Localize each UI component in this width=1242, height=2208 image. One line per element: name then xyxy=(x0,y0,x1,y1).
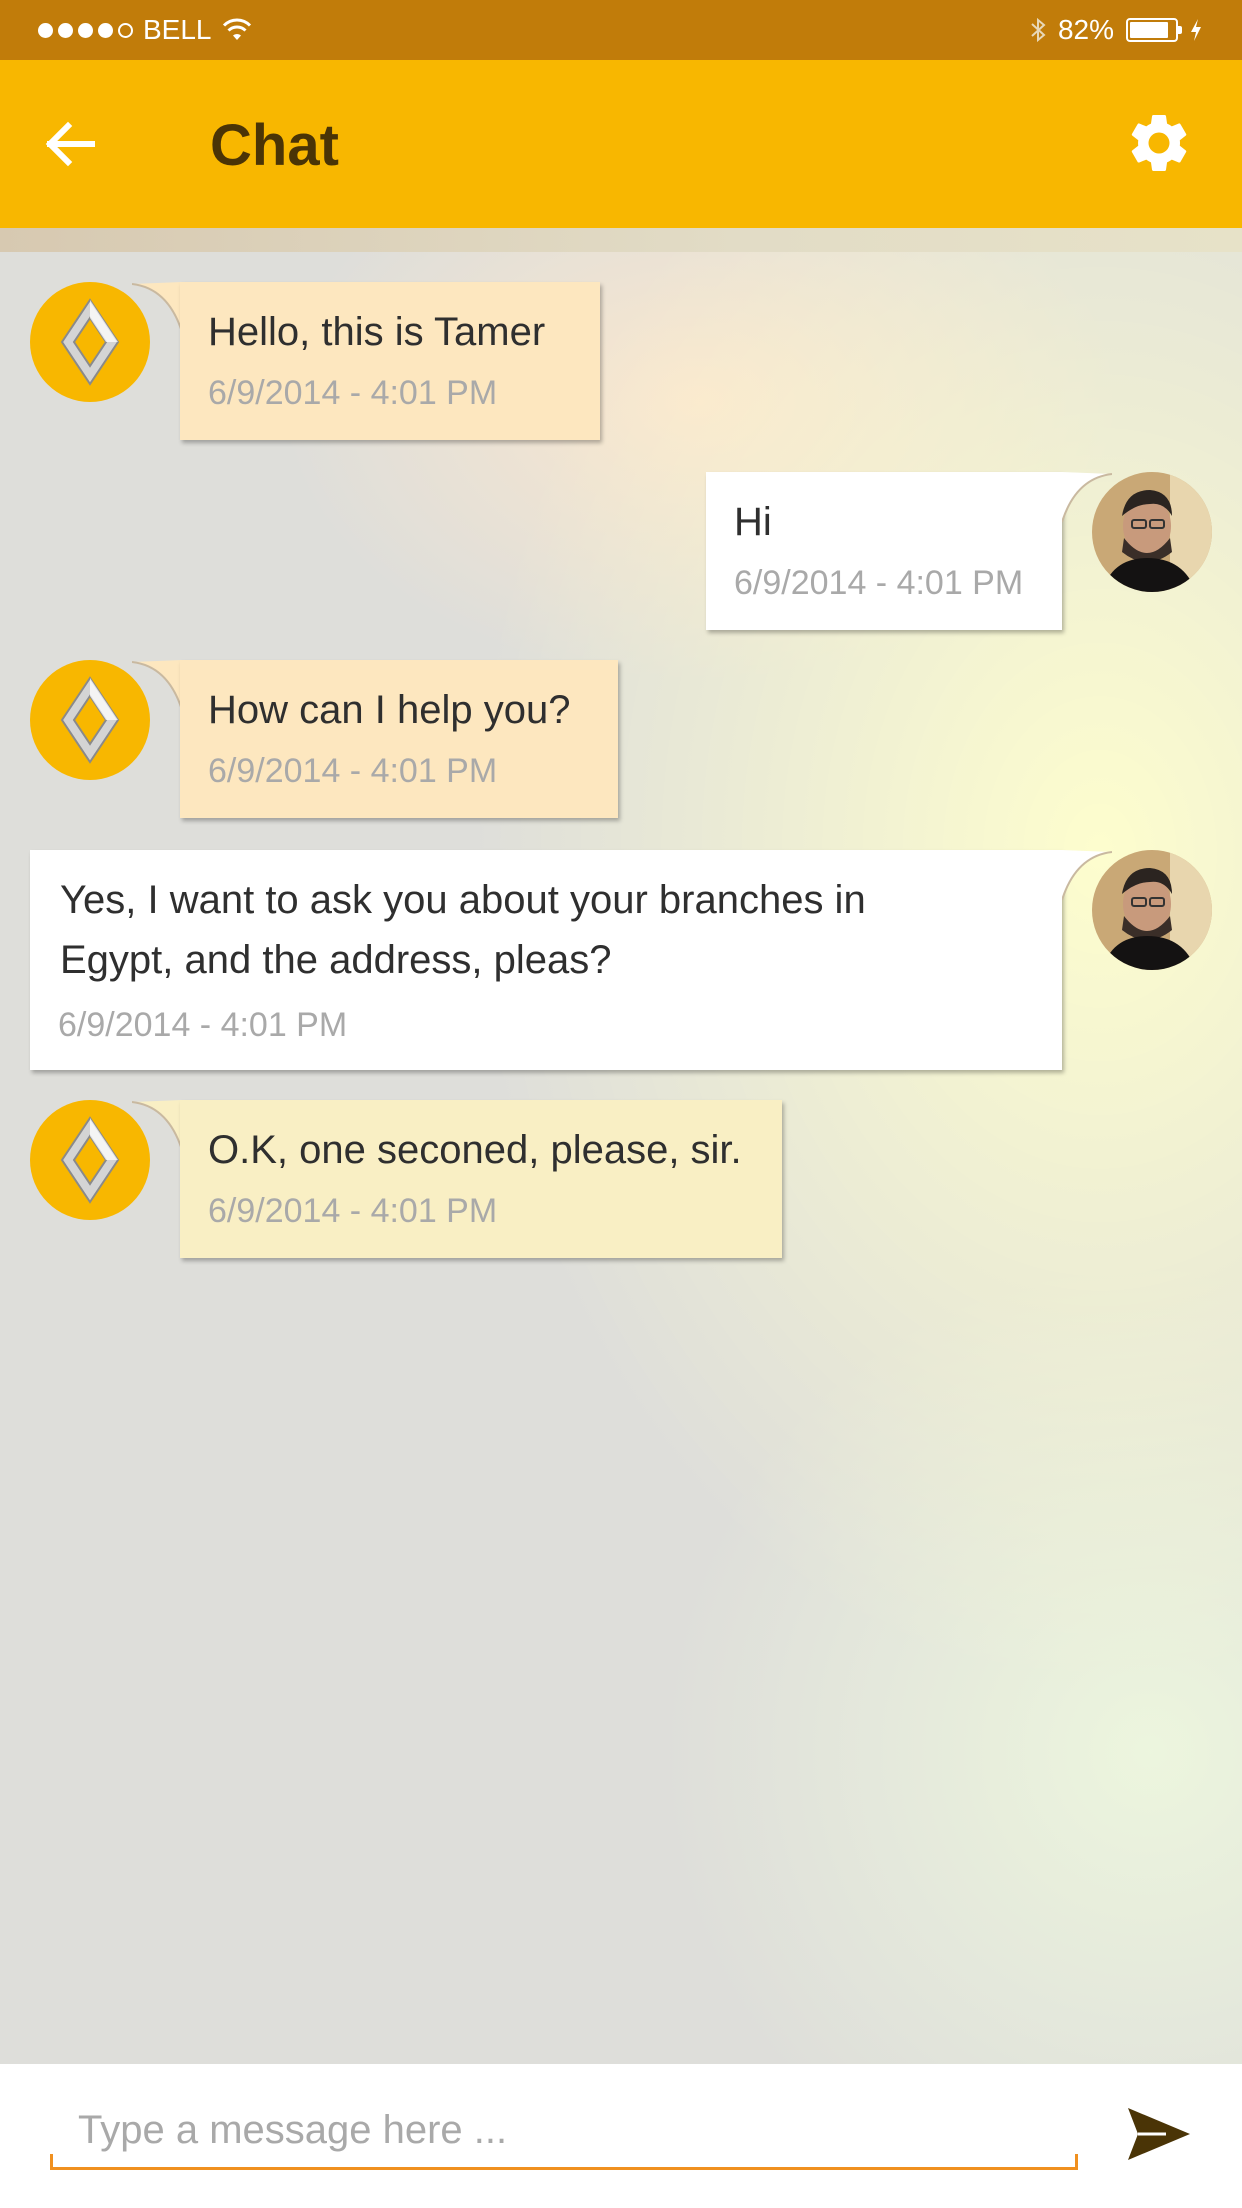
message-bubble: Yes, I want to ask you about your branch… xyxy=(30,850,1062,1070)
signal-strength-icon xyxy=(38,22,133,38)
user-avatar xyxy=(1092,472,1212,592)
chat-area[interactable]: Hello, this is Tamer 6/9/2014 - 4:01 PM … xyxy=(0,252,1242,2064)
wifi-icon xyxy=(222,18,251,40)
back-button[interactable] xyxy=(40,114,100,174)
message-input[interactable] xyxy=(50,2094,1078,2170)
bluetooth-icon xyxy=(1031,17,1046,43)
user-avatar xyxy=(1092,850,1212,970)
app-bar: Chat xyxy=(0,60,1242,228)
battery-percent: 82% xyxy=(1057,14,1114,45)
message-text: Hello, this is Tamer xyxy=(208,310,546,354)
charging-icon xyxy=(1191,19,1201,41)
message-timestamp: 6/9/2014 - 4:01 PM xyxy=(208,752,498,790)
settings-button[interactable] xyxy=(1124,108,1194,178)
battery-icon xyxy=(1126,18,1182,42)
message-bubble: How can I help you? 6/9/2014 - 4:01 PM xyxy=(180,660,618,818)
input-underline-tick xyxy=(50,2154,53,2170)
input-underline-tick xyxy=(1075,2154,1078,2170)
gear-icon xyxy=(1131,114,1187,171)
message-timestamp: 6/9/2014 - 4:01 PM xyxy=(208,1192,498,1230)
message-text: Yes, I want to ask you about your branch… xyxy=(60,878,866,922)
bubble-tail xyxy=(132,660,182,711)
message-text: Egypt, and the address, pleas? xyxy=(60,938,612,982)
user-photo-icon xyxy=(1092,850,1212,970)
message-composer xyxy=(0,2064,1242,2208)
user-photo-icon xyxy=(1092,472,1212,592)
bubble-tail xyxy=(132,1100,182,1151)
message-timestamp: 6/9/2014 - 4:01 PM xyxy=(58,1006,348,1044)
app-bar-shadow xyxy=(0,228,1242,252)
page-title: Chat xyxy=(210,113,339,178)
message-timestamp: 6/9/2014 - 4:01 PM xyxy=(734,564,1024,602)
message-text: Hi xyxy=(734,500,772,544)
message-text: O.K, one seconed, please, sir. xyxy=(208,1128,742,1172)
status-bar: BELL 82% xyxy=(0,0,1242,60)
send-icon xyxy=(1128,2108,1190,2160)
send-button[interactable] xyxy=(1126,2104,1192,2164)
message-bubble: Hello, this is Tamer 6/9/2014 - 4:01 PM xyxy=(180,282,600,440)
message-timestamp: 6/9/2014 - 4:01 PM xyxy=(208,374,498,412)
bubble-tail xyxy=(132,282,182,333)
carrier-name: BELL xyxy=(143,14,212,45)
message-bubble: Hi 6/9/2014 - 4:01 PM xyxy=(706,472,1062,630)
message-text: How can I help you? xyxy=(208,688,571,732)
arrow-left-icon xyxy=(45,121,95,167)
message-bubble: O.K, one seconed, please, sir. 6/9/2014 … xyxy=(180,1100,782,1258)
